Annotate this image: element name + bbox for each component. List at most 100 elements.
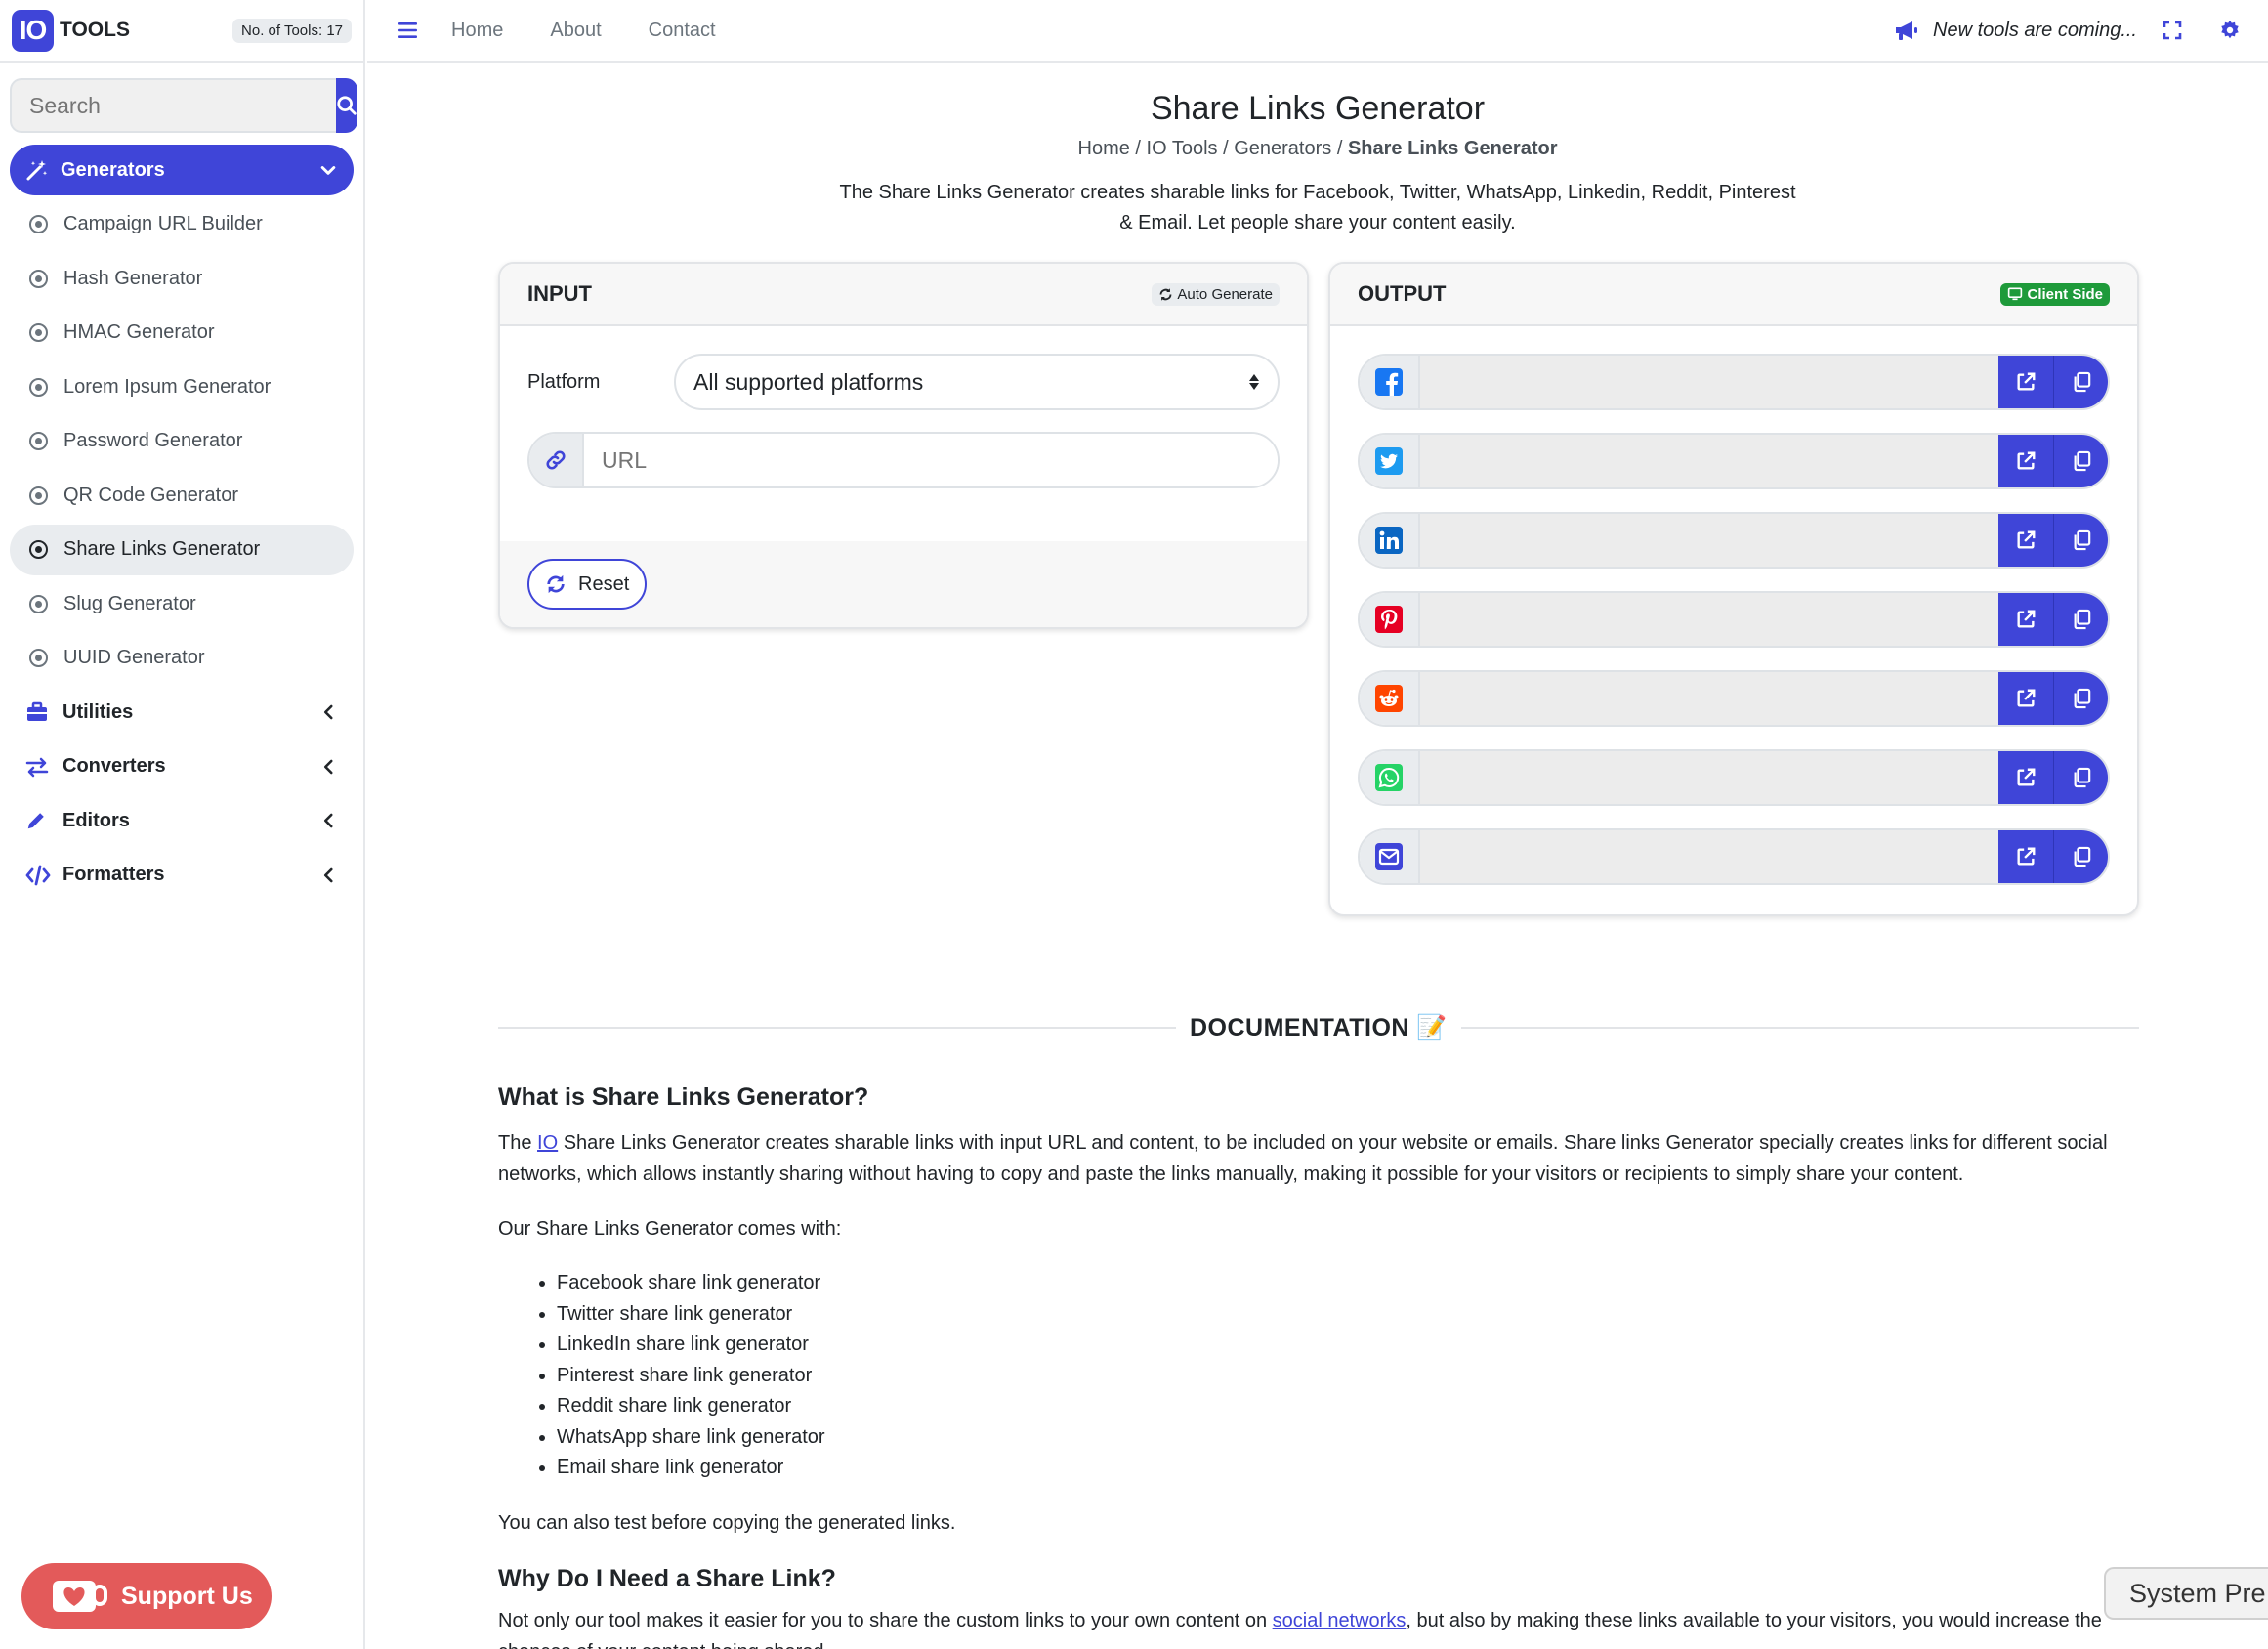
copy-icon bbox=[2074, 688, 2090, 709]
logo-text[interactable]: TOOLS bbox=[60, 19, 130, 42]
sidebar-item-hmac-generator[interactable]: HMAC Generator bbox=[10, 308, 354, 359]
list-item: Reddit share link generator bbox=[557, 1391, 2139, 1422]
auto-generate-badge[interactable]: Auto Generate bbox=[1152, 282, 1280, 306]
copy-whatsapp-link-button[interactable] bbox=[2053, 751, 2108, 804]
fullscreen-button[interactable] bbox=[2163, 21, 2182, 40]
radio-icon bbox=[29, 269, 48, 288]
platform-row: Platform All supported platforms bbox=[500, 354, 1307, 410]
client-side-label: Client Side bbox=[2027, 285, 2103, 303]
facebook-link-field[interactable] bbox=[1420, 356, 1998, 408]
sidebar-item-label: Share Links Generator bbox=[63, 538, 261, 560]
copy-icon bbox=[2074, 450, 2090, 472]
copy-reddit-link-button[interactable] bbox=[2053, 672, 2108, 725]
breadcrumb-separator: / bbox=[1217, 138, 1235, 159]
top-navbar: Home About Contact New tools are coming.… bbox=[367, 0, 2268, 63]
search-button[interactable] bbox=[336, 78, 357, 133]
open-pinterest-link-button[interactable] bbox=[1998, 593, 2053, 646]
breadcrumb-generators[interactable]: Generators bbox=[1234, 138, 1331, 159]
reset-label: Reset bbox=[578, 572, 630, 595]
sidebar-item-slug-generator[interactable]: Slug Generator bbox=[10, 578, 354, 629]
input-card-footer: Reset bbox=[500, 541, 1307, 627]
copy-twitter-link-button[interactable] bbox=[2053, 435, 2108, 487]
support-us-button[interactable]: Support Us bbox=[21, 1563, 272, 1629]
output-icon-cell bbox=[1360, 356, 1420, 408]
email-icon bbox=[1375, 843, 1403, 870]
copy-email-link-button[interactable] bbox=[2053, 830, 2108, 883]
sync-icon bbox=[1159, 287, 1172, 301]
linkedin-link-field[interactable] bbox=[1420, 514, 1998, 567]
list-item: Facebook share link generator bbox=[557, 1268, 2139, 1299]
sidebar-item-uuid-generator[interactable]: UUID Generator bbox=[10, 633, 354, 684]
sidebar-item-password-generator[interactable]: Password Generator bbox=[10, 416, 354, 467]
pencil-icon bbox=[27, 813, 44, 829]
open-reddit-link-button[interactable] bbox=[1998, 672, 2053, 725]
email-link-field[interactable] bbox=[1420, 830, 1998, 883]
url-input[interactable] bbox=[584, 434, 1278, 486]
external-link-icon bbox=[2017, 847, 2036, 866]
chevron-left-icon bbox=[323, 813, 333, 828]
pinterest-link-field[interactable] bbox=[1420, 593, 1998, 646]
url-input-group bbox=[527, 432, 1280, 488]
doc-paragraph: You can also test before copying the gen… bbox=[498, 1511, 956, 1534]
output-icon-cell bbox=[1360, 751, 1420, 804]
chevron-left-icon bbox=[323, 704, 333, 720]
breadcrumb-home[interactable]: Home bbox=[1078, 138, 1130, 159]
io-link[interactable]: IO bbox=[537, 1132, 558, 1154]
sidebar-category-utilities[interactable]: Utilities bbox=[10, 687, 354, 738]
input-card: INPUT Auto Generate Platform All support… bbox=[498, 262, 1309, 629]
social-networks-link[interactable]: social networks bbox=[1273, 1610, 1407, 1631]
output-row-email bbox=[1358, 828, 2110, 885]
output-card-title: OUTPUT bbox=[1358, 281, 1447, 306]
chevron-left-icon bbox=[323, 759, 333, 774]
input-card-title: INPUT bbox=[527, 281, 592, 306]
sidebar-category-formatters[interactable]: Formatters bbox=[10, 850, 354, 901]
main-content: Share Links Generator Home / IO Tools / … bbox=[367, 64, 2268, 1649]
platform-select[interactable]: All supported platforms bbox=[674, 354, 1280, 410]
open-whatsapp-link-button[interactable] bbox=[1998, 751, 2053, 804]
open-twitter-link-button[interactable] bbox=[1998, 435, 2053, 487]
announcement[interactable]: New tools are coming... bbox=[1894, 19, 2137, 42]
auto-generate-label: Auto Generate bbox=[1177, 285, 1273, 303]
sidebar-item-hash-generator[interactable]: Hash Generator bbox=[10, 253, 354, 304]
whatsapp-link-field[interactable] bbox=[1420, 751, 1998, 804]
reset-button[interactable]: Reset bbox=[527, 559, 648, 610]
sidebar-item-campaign-url-builder[interactable]: Campaign URL Builder bbox=[10, 199, 354, 250]
sidebar-item-label: UUID Generator bbox=[63, 647, 205, 668]
sidebar-item-qr-code-generator[interactable]: QR Code Generator bbox=[10, 470, 354, 521]
radio-icon bbox=[29, 594, 48, 613]
linkedin-icon bbox=[1375, 527, 1403, 554]
breadcrumb-io-tools[interactable]: IO Tools bbox=[1147, 138, 1218, 159]
search-input[interactable] bbox=[10, 78, 336, 133]
tool-count-badge: No. of Tools: 17 bbox=[232, 18, 352, 43]
open-email-link-button[interactable] bbox=[1998, 830, 2053, 883]
reddit-link-field[interactable] bbox=[1420, 672, 1998, 725]
nav-link-contact[interactable]: Contact bbox=[649, 20, 716, 42]
open-linkedin-link-button[interactable] bbox=[1998, 514, 2053, 567]
copy-linkedin-link-button[interactable] bbox=[2053, 514, 2108, 567]
sidebar-category-editors[interactable]: Editors bbox=[10, 795, 354, 846]
copy-pinterest-link-button[interactable] bbox=[2053, 593, 2108, 646]
nav-link-about[interactable]: About bbox=[550, 20, 601, 42]
copy-facebook-link-button[interactable] bbox=[2053, 356, 2108, 408]
gear-icon bbox=[2221, 20, 2239, 39]
list-item: Pinterest share link generator bbox=[557, 1361, 2139, 1392]
platform-select-value: All supported platforms bbox=[693, 368, 924, 395]
sidebar-item-share-links-generator[interactable]: Share Links Generator bbox=[10, 524, 354, 575]
sidebar-category-generators[interactable]: Generators bbox=[10, 145, 354, 195]
logo[interactable]: IO bbox=[12, 9, 54, 52]
system-preference-button[interactable]: System Pre bbox=[2104, 1567, 2268, 1620]
twitter-link-field[interactable] bbox=[1420, 435, 1998, 487]
doc-heading-why: Why Do I Need a Share Link? bbox=[498, 1564, 836, 1592]
sidebar-category-converters[interactable]: Converters bbox=[10, 741, 354, 792]
breadcrumb-separator: / bbox=[1129, 138, 1147, 159]
client-side-badge: Client Side bbox=[2000, 282, 2110, 306]
settings-button[interactable] bbox=[2219, 20, 2241, 41]
menu-toggle-button[interactable] bbox=[397, 21, 418, 40]
open-facebook-link-button[interactable] bbox=[1998, 356, 2053, 408]
magic-wand-icon bbox=[26, 160, 48, 181]
sidebar-item-lorem-ipsum-generator[interactable]: Lorem Ipsum Generator bbox=[10, 361, 354, 412]
doc-paragraph: Not only our tool makes it easier for yo… bbox=[498, 1609, 2102, 1649]
nav-link-home[interactable]: Home bbox=[451, 20, 503, 42]
documentation-heading: DOCUMENTATION 📝 bbox=[1189, 1013, 1449, 1041]
brand: IO TOOLS No. of Tools: 17 bbox=[0, 0, 363, 63]
